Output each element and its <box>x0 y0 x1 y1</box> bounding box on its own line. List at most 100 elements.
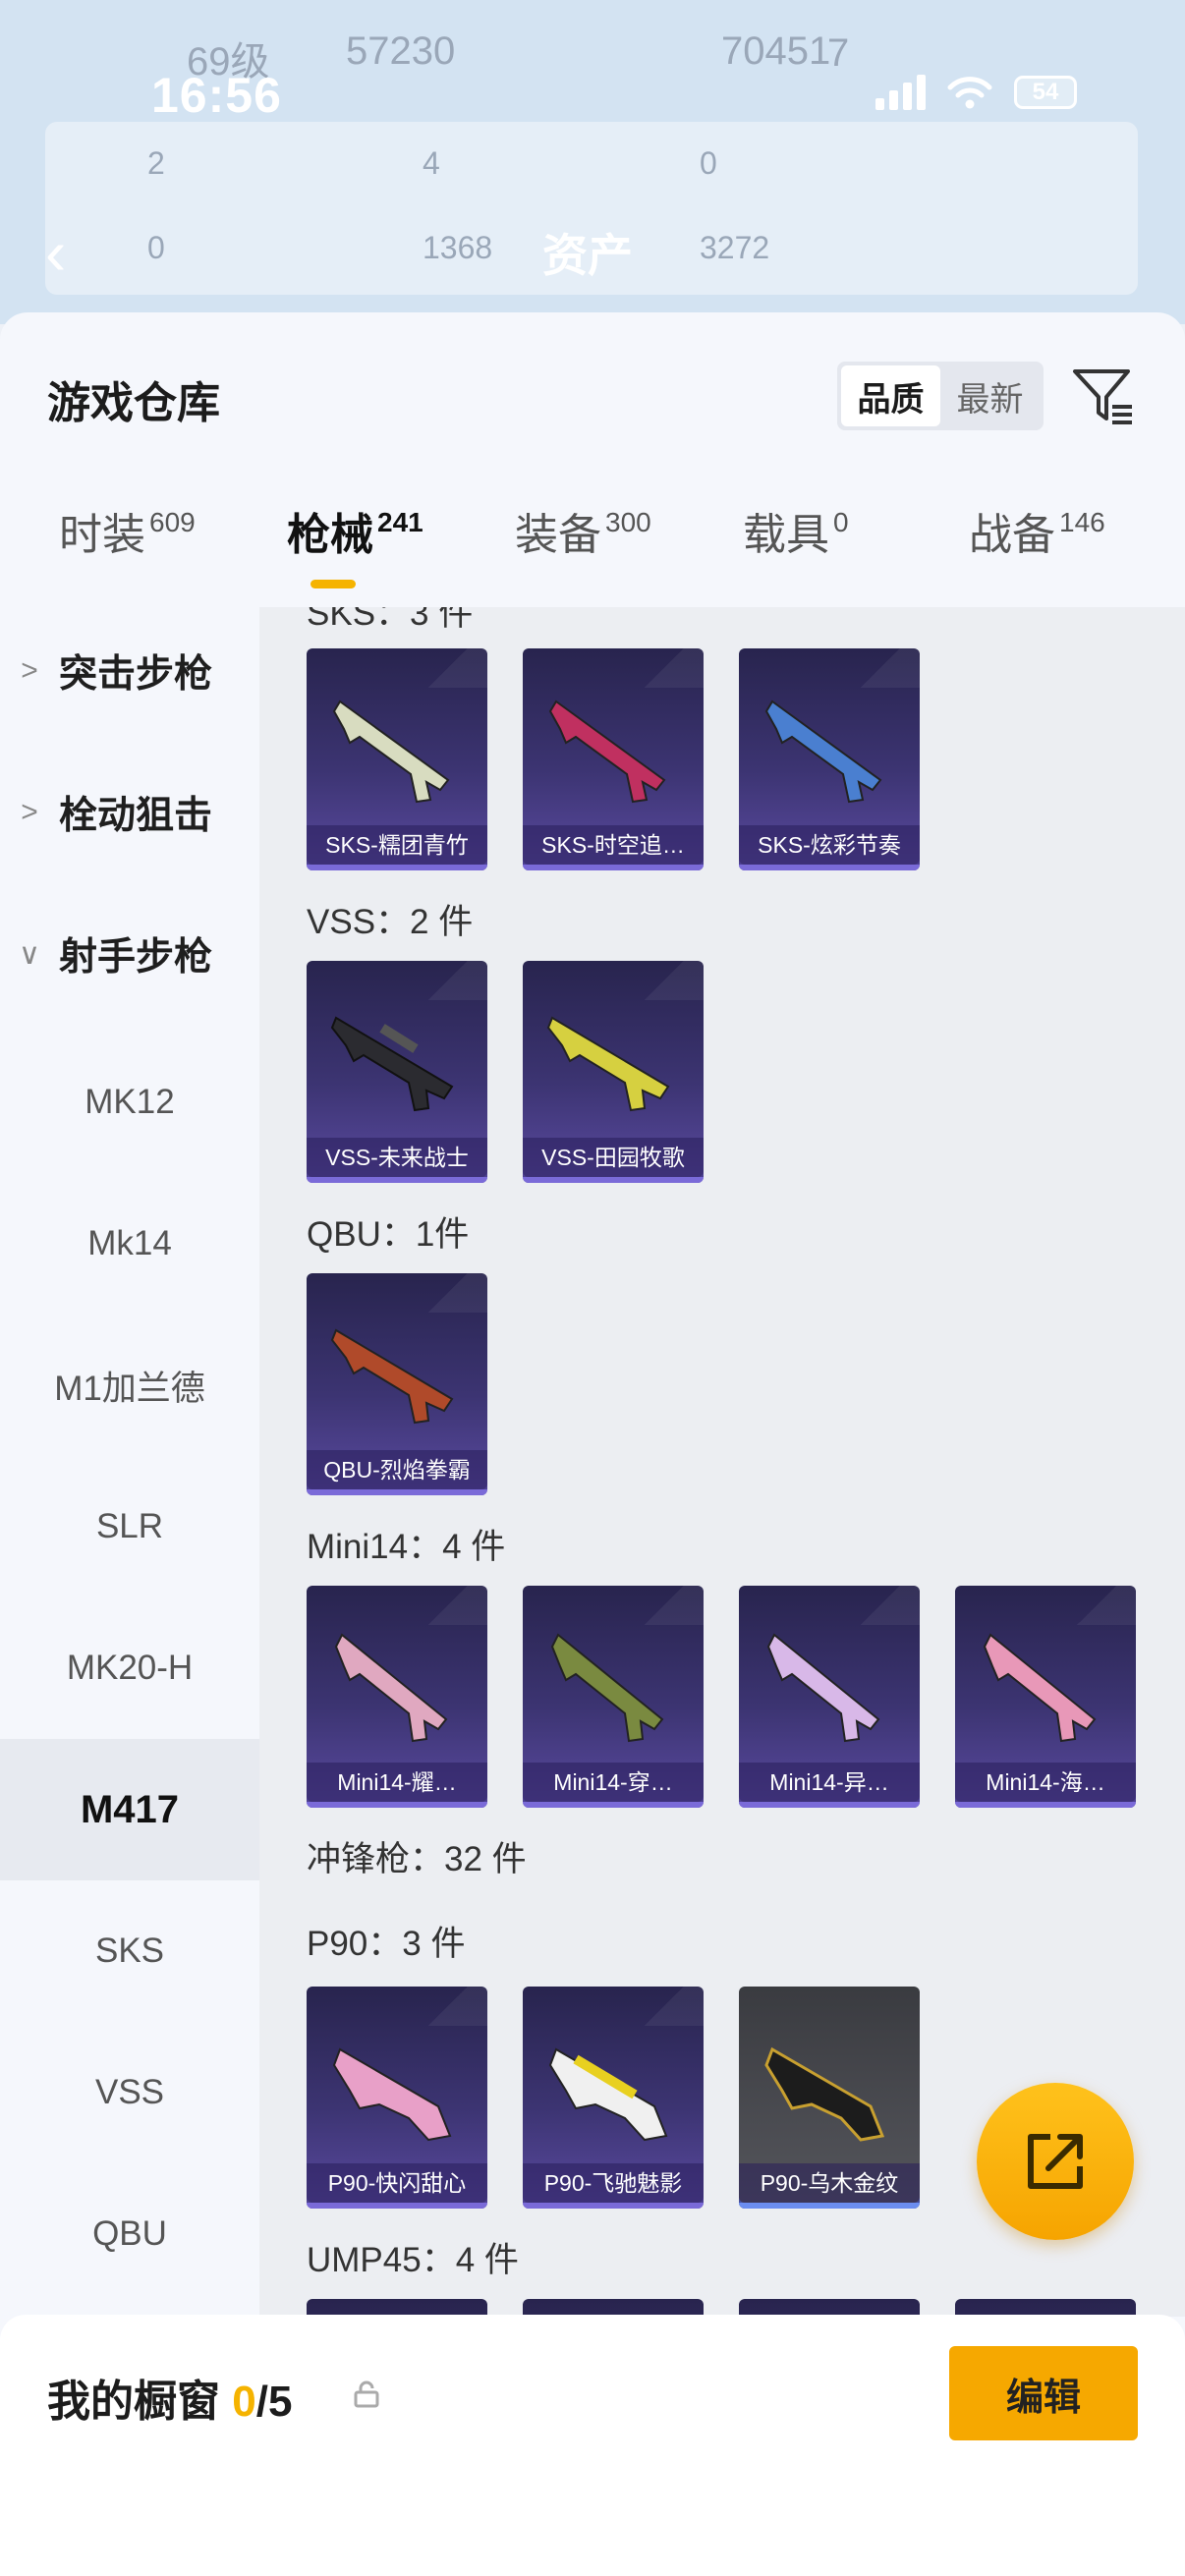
tab-count: 146 <box>1059 507 1105 537</box>
sort-toggle: 品质 最新 <box>837 362 1044 430</box>
bg-stat: 0 <box>700 145 717 181</box>
tab-count: 241 <box>377 507 423 537</box>
sidebar-item-vss[interactable]: VSS <box>0 2022 259 2163</box>
rifle-icon <box>546 1016 670 1112</box>
sidebar-cat-label: 射手步枪 <box>59 936 213 979</box>
item-card[interactable]: SKS-时空追… <box>523 648 704 870</box>
sidebar-cat-bolt-sniper[interactable]: > 栓动狙击 <box>0 758 259 867</box>
tab-label: 装备 <box>515 511 601 559</box>
share-icon <box>1028 2134 1083 2189</box>
tab-battle-gear[interactable]: 战备 146 <box>969 499 1105 562</box>
sidebar-item-mk20h[interactable]: MK20-H <box>0 1597 259 1739</box>
smg-icon <box>548 2047 668 2142</box>
sidebar-item-slr[interactable]: SLR <box>0 1456 259 1597</box>
showcase-bar: 我的橱窗 0/5 编辑 <box>0 2315 1185 2576</box>
category-tabs: 时装 609 枪械 241 装备 300 载具 0 战备 146 <box>0 499 1185 607</box>
sidebar-item-qbu[interactable]: QBU <box>0 2163 259 2305</box>
bg-stat: 4 <box>423 145 440 181</box>
group-title-vss: VSS：2 件 <box>307 903 474 941</box>
group-title-p90: P90：3 件 <box>307 1925 466 1963</box>
tab-guns[interactable]: 枪械 241 <box>287 499 423 562</box>
item-label: P90-飞驰魅影 <box>523 2163 704 2203</box>
bg-coins: 57230 <box>346 29 456 73</box>
item-label: P90-快闪甜心 <box>307 2163 487 2203</box>
tab-count: 0 <box>833 507 849 537</box>
share-fab-button[interactable] <box>977 2083 1134 2240</box>
item-card[interactable]: P90-乌木金纹 <box>739 1987 920 2209</box>
item-card[interactable]: Mini14-海… <box>955 1586 1136 1808</box>
sort-quality-button[interactable]: 品质 <box>841 365 940 426</box>
wifi-icon <box>947 77 992 109</box>
tab-equipment[interactable]: 装备 300 <box>515 499 651 562</box>
edit-button[interactable]: 编辑 <box>949 2346 1138 2440</box>
tab-label: 战备 <box>969 511 1055 559</box>
item-card[interactable]: Mini14-异… <box>739 1586 920 1808</box>
sidebar-item-sks[interactable]: SKS <box>0 1880 259 2022</box>
rifle-icon <box>983 1633 1097 1743</box>
item-label: SKS-糯团青竹 <box>307 825 487 865</box>
item-label: Mini14-穿… <box>523 1763 704 1802</box>
sidebar-item-mk12[interactable]: MK12 <box>0 1032 259 1173</box>
rifle-icon <box>334 1633 448 1743</box>
item-label: VSS-田园牧歌 <box>523 1138 704 1177</box>
tab-fashion[interactable]: 时装 609 <box>59 499 196 562</box>
active-tab-indicator <box>310 580 356 588</box>
sidebar-item-m1-garand[interactable]: M1加兰德 <box>0 1315 259 1456</box>
sidebar-item-mk14[interactable]: Mk14 <box>0 1173 259 1315</box>
status-time: 16:56 <box>151 68 282 123</box>
rifle-icon <box>330 1016 454 1112</box>
chevron-right-icon: > <box>21 796 38 828</box>
group-title-qbu: QBU：1件 <box>307 1215 470 1254</box>
item-card[interactable]: VSS-田园牧歌 <box>523 961 704 1183</box>
rifle-icon <box>330 1328 454 1425</box>
item-card[interactable]: P90-快闪甜心 <box>307 1987 487 2209</box>
item-card[interactable]: SKS-炫彩节奏 <box>739 648 920 870</box>
chevron-down-icon: ∨ <box>19 937 40 971</box>
sort-latest-button[interactable]: 最新 <box>940 365 1040 426</box>
tab-label: 载具 <box>743 511 829 559</box>
item-label: QBU-烈焰拳霸 <box>307 1450 487 1489</box>
tab-vehicles[interactable]: 载具 0 <box>743 499 849 562</box>
bg-stat: 3272 <box>700 230 770 265</box>
rifle-icon <box>548 700 666 804</box>
item-label: Mini14-耀… <box>307 1763 487 1802</box>
item-card[interactable]: SKS-糯团青竹 <box>307 648 487 870</box>
tab-count: 609 <box>149 507 196 537</box>
tab-count: 300 <box>605 507 651 537</box>
item-card[interactable]: P90-飞驰魅影 <box>523 1987 704 2209</box>
group-title-ump45: UMP45：4 件 <box>307 2241 519 2279</box>
item-card[interactable]: VSS-未来战士 <box>307 961 487 1183</box>
item-card[interactable]: Mini14-耀… <box>307 1586 487 1808</box>
chevron-right-icon: > <box>21 654 38 687</box>
item-card[interactable]: QBU-烈焰拳霸 <box>307 1273 487 1495</box>
item-label: P90-乌木金纹 <box>739 2163 920 2203</box>
showcase-label: 我的橱窗 0/5 <box>47 2366 292 2429</box>
item-label: SKS-炫彩节奏 <box>739 825 920 865</box>
bg-other-suffix: 7 <box>827 31 850 75</box>
item-label: SKS-时空追… <box>523 825 704 865</box>
rifle-icon <box>766 1633 880 1743</box>
bg-stat: 2 <box>147 145 165 181</box>
item-grid: SKS：3 件 SKS-糯团青竹 SKS-时空追… SKS-炫彩节奏 VSS：2… <box>259 607 1185 2317</box>
smg-icon <box>764 2046 885 2142</box>
showcase-title: 我的橱窗 <box>47 2378 220 2426</box>
sidebar-cat-assault-rifle[interactable]: > 突击步枪 <box>0 617 259 725</box>
tab-label: 枪械 <box>287 511 373 559</box>
item-card[interactable]: Mini14-穿… <box>523 1586 704 1808</box>
tab-label: 时装 <box>59 511 145 559</box>
filter-icon[interactable] <box>1071 364 1136 428</box>
bg-stat: 1368 <box>423 230 493 265</box>
sidebar-item-m417[interactable]: M417 <box>0 1739 259 1880</box>
group-title-smg: 冲锋枪：32 件 <box>307 1840 527 1878</box>
item-label: VSS-未来战士 <box>307 1138 487 1177</box>
showcase-total: /5 <box>255 2378 293 2426</box>
rifle-icon <box>550 1633 664 1743</box>
status-icons: 54 <box>875 75 1077 110</box>
signal-icon <box>875 75 926 110</box>
sidebar-cat-marksman-rifle[interactable]: ∨ 射手步枪 <box>0 900 259 1008</box>
back-icon[interactable]: ‹ <box>45 216 66 289</box>
item-label: Mini14-海… <box>955 1763 1136 1802</box>
showcase-current: 0 <box>232 2378 256 2426</box>
group-title-sks: SKS：3 件 <box>307 607 474 633</box>
bg-other-value: 70451 <box>721 29 831 73</box>
